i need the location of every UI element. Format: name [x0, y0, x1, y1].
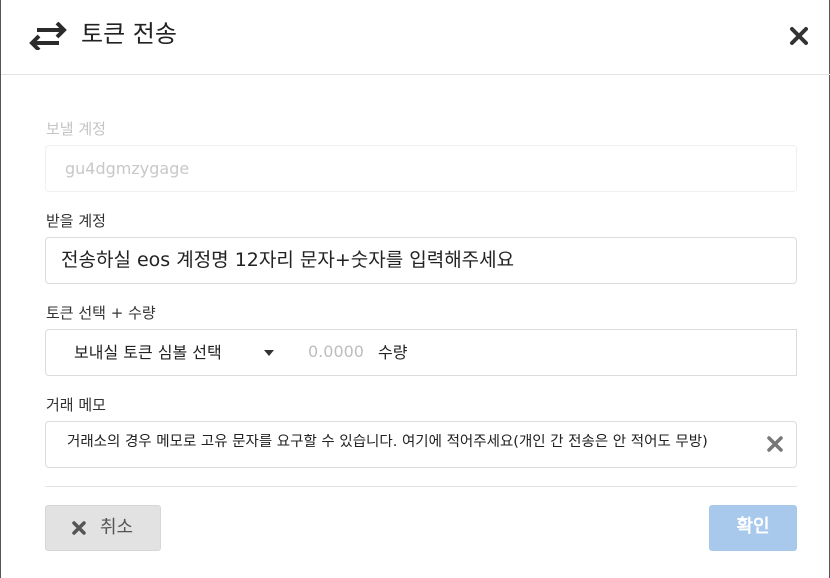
clear-icon[interactable]	[766, 435, 784, 453]
amount-input[interactable]	[308, 342, 368, 361]
modal-header: 토큰 전송	[1, 0, 830, 75]
to-account-input[interactable]	[61, 246, 781, 274]
token-transfer-modal: 토큰 전송 보낼 계정 gu4dgmzygage 받을 계정 토큰 선택 + 수…	[0, 0, 830, 578]
token-amount-label: 토큰 선택 + 수량	[46, 304, 156, 322]
memo-label: 거래 메모	[46, 396, 106, 414]
from-account-value: gu4dgmzygage	[65, 159, 190, 178]
confirm-button-label: 확인	[736, 516, 770, 537]
from-account-field: gu4dgmzygage	[45, 145, 797, 192]
divider	[45, 486, 797, 487]
memo-input[interactable]	[67, 434, 767, 450]
memo-field	[45, 421, 797, 468]
amount-unit-label: 수량	[378, 343, 408, 362]
cancel-button[interactable]: 취소	[45, 505, 161, 551]
close-icon	[72, 521, 86, 535]
from-account-label: 보낼 계정	[46, 120, 106, 138]
to-account-field	[45, 237, 797, 284]
token-symbol-select[interactable]: 보내실 토큰 심볼 선택	[45, 329, 291, 376]
to-account-label: 받을 계정	[46, 212, 106, 230]
close-icon[interactable]	[787, 24, 811, 48]
modal-title: 토큰 전송	[81, 20, 177, 48]
confirm-button[interactable]: 확인	[709, 505, 797, 551]
cancel-button-label: 취소	[100, 517, 134, 538]
amount-field: 수량	[290, 329, 797, 376]
caret-down-icon	[264, 350, 274, 356]
transfer-arrows-icon	[29, 22, 67, 50]
token-select-label: 보내실 토큰 심볼 선택	[74, 343, 222, 362]
